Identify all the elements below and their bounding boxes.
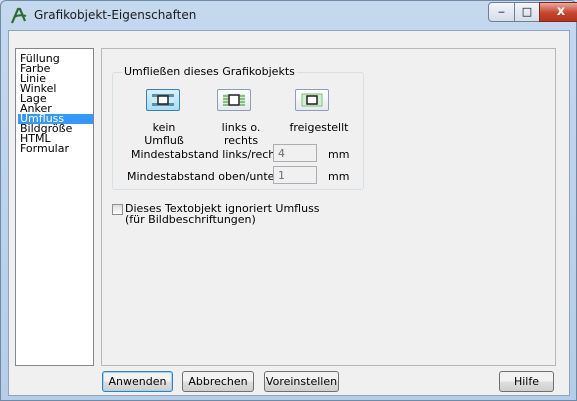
category-list[interactable]: Füllung Farbe Linie Winkel Lage Anker Um… xyxy=(15,48,94,366)
distance-tb-label: Mindestabstand oben/unten xyxy=(127,170,282,183)
wrap-left-right-button[interactable] xyxy=(217,89,251,111)
distance-tb-input[interactable]: 1 xyxy=(273,166,317,184)
ignore-wrap-checkbox[interactable] xyxy=(112,204,123,215)
maximize-button[interactable]: □ xyxy=(514,2,540,22)
wrap-left-right-icon xyxy=(223,94,245,106)
wrap-none-label: kein Umfluß xyxy=(144,121,184,147)
distance-lr-unit: mm xyxy=(328,148,350,161)
minimize-button[interactable]: ‒ xyxy=(488,2,515,22)
wrap-freestanding-label: freigestellt xyxy=(289,121,349,134)
title-bar[interactable]: Grafikobjekt-Eigenschaften ‒ □ x xyxy=(1,1,577,31)
ignore-wrap-label[interactable]: Dieses Textobjekt ignoriert Umfluss (für… xyxy=(125,203,320,225)
category-item-formular[interactable]: Formular xyxy=(18,143,93,154)
cancel-button[interactable]: Abbrechen xyxy=(182,371,254,392)
distance-tb-unit: mm xyxy=(328,170,350,183)
window-title: Grafikobjekt-Eigenschaften xyxy=(34,8,197,22)
ignore-wrap-label-line2: (für Bildbeschriftungen) xyxy=(125,213,256,226)
apply-button[interactable]: Anwenden xyxy=(102,371,173,392)
distance-lr-label: Mindestabstand links/rechts xyxy=(131,148,286,161)
distance-lr-input[interactable]: 4 xyxy=(273,144,317,162)
wrap-left-right-label: links o. rechts xyxy=(221,121,261,147)
wrap-group-title: Umfließen dieses Grafikobjekts xyxy=(122,65,297,78)
minimize-icon: ‒ xyxy=(498,5,505,18)
wrap-freestanding-icon xyxy=(301,93,323,107)
help-button[interactable]: Hilfe xyxy=(499,371,554,392)
close-button[interactable]: x xyxy=(539,2,577,22)
wrap-freestanding-button[interactable] xyxy=(295,89,329,111)
close-icon: x xyxy=(556,4,566,19)
app-logo-icon xyxy=(10,7,27,24)
wrap-none-icon xyxy=(152,94,174,106)
wrap-none-button[interactable] xyxy=(146,89,180,111)
maximize-icon: □ xyxy=(521,5,533,18)
defaults-button[interactable]: Voreinstellen xyxy=(264,371,339,392)
